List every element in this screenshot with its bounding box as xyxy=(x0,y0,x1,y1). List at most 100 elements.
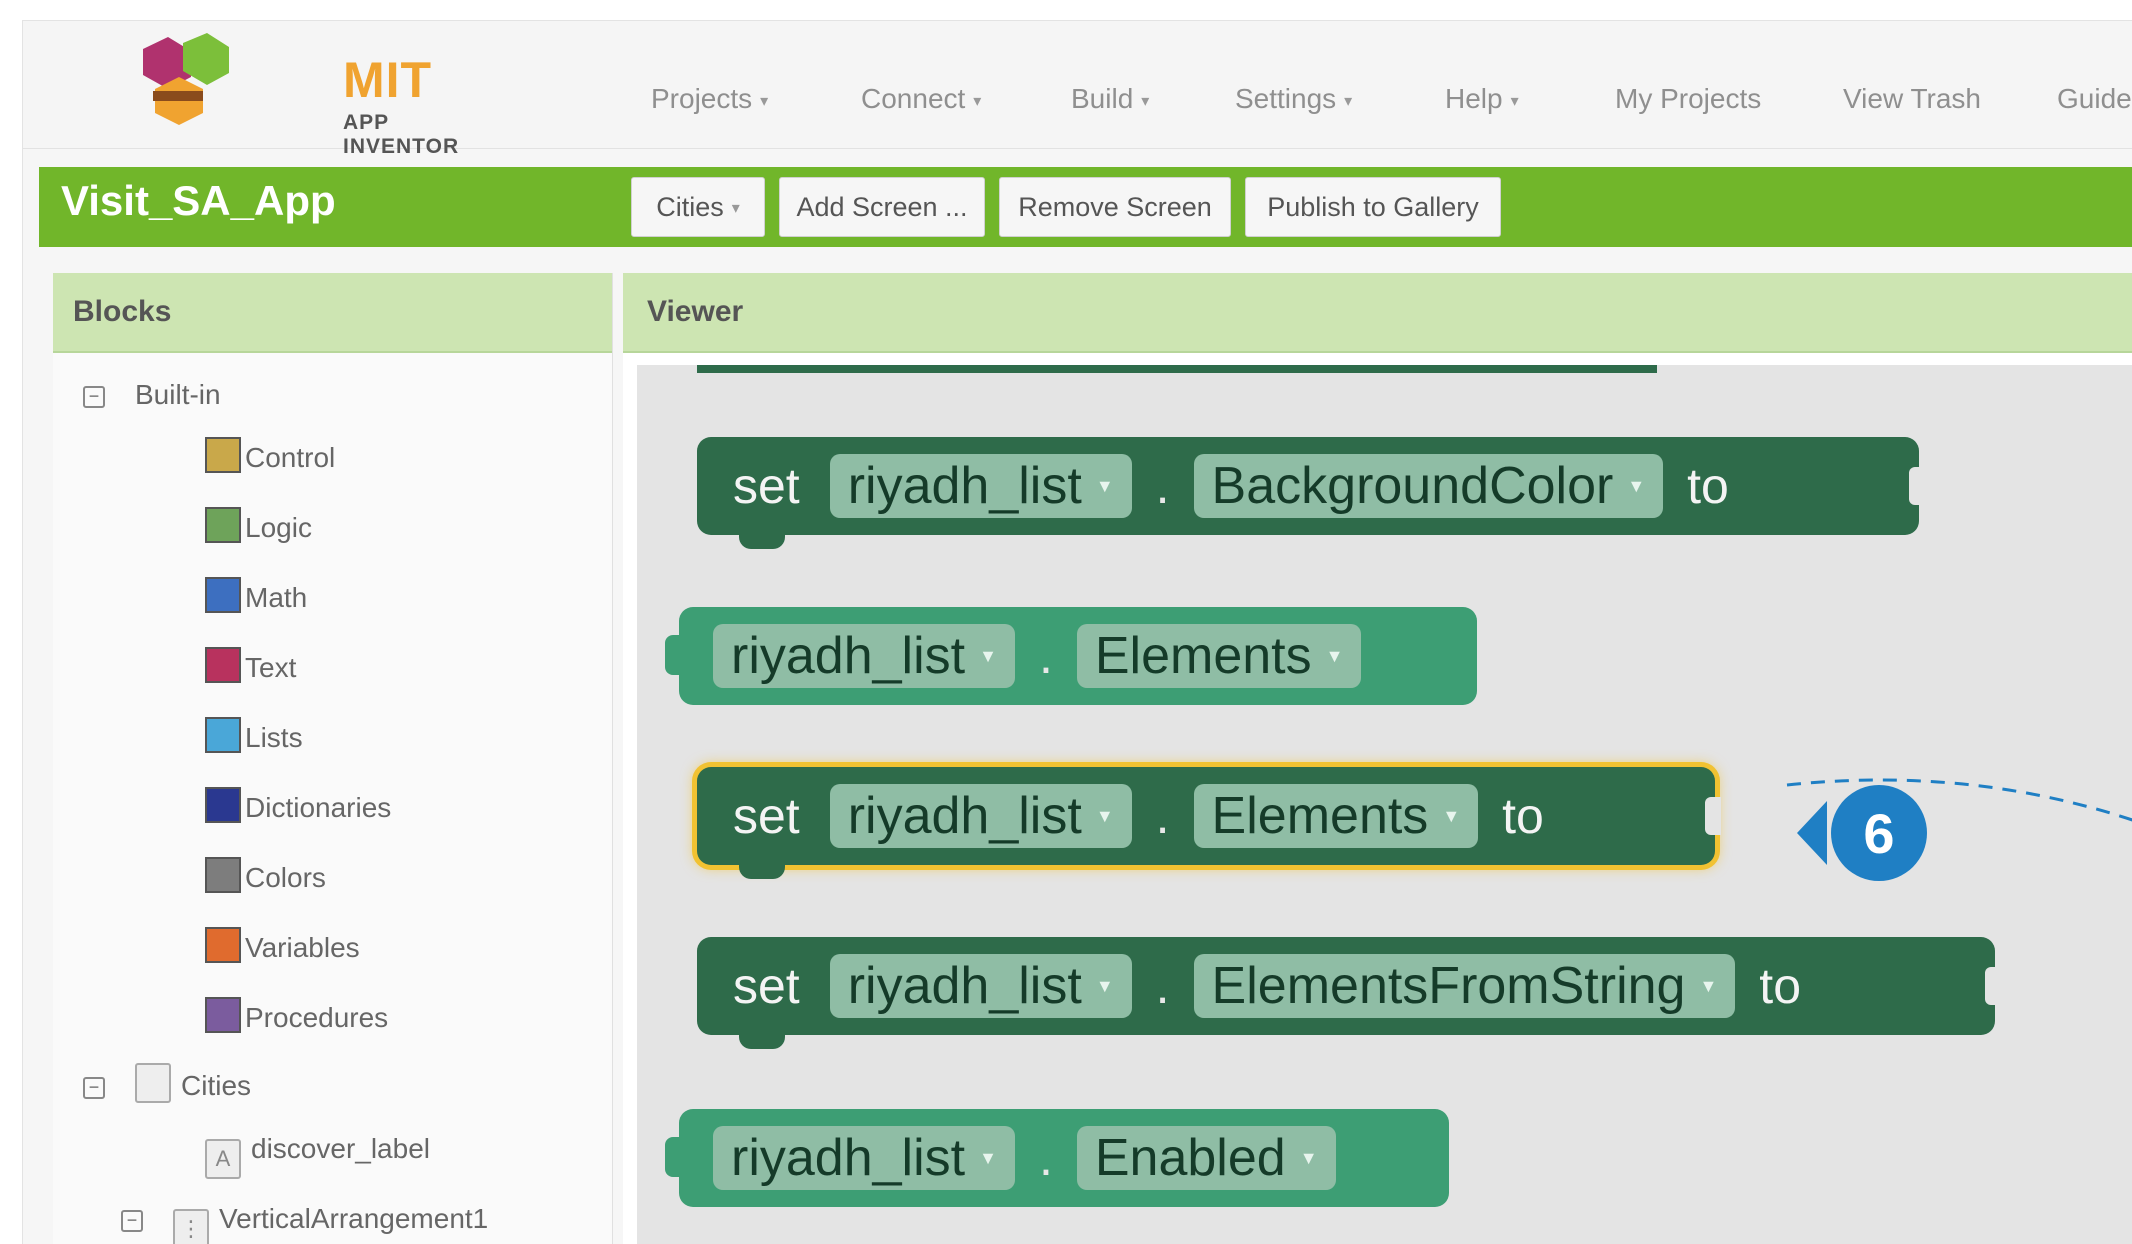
math-color-swatch-icon xyxy=(205,577,241,613)
drawer-label: Variables xyxy=(245,932,360,963)
property-dropdown[interactable]: Elements ▼ xyxy=(1193,784,1479,848)
dropdown-arrow-icon: ▼ xyxy=(979,1147,997,1168)
property-dropdown[interactable]: Enabled ▼ xyxy=(1076,1126,1336,1190)
top-navigation-bar: MIT APP INVENTOR Projects ▾ Connect ▾ Buil… xyxy=(23,21,2132,158)
main-menu: Projects ▾ Connect ▾ Build ▾ Settings ▾ Help… xyxy=(23,21,2132,149)
drawer-logic[interactable]: Logic xyxy=(205,507,312,544)
property-dropdown[interactable]: BackgroundColor ▼ xyxy=(1193,454,1664,518)
drawer-colors[interactable]: Colors xyxy=(205,857,326,894)
get-enabled-block[interactable]: riyadh_list ▼ . Enabled ▼ xyxy=(665,1109,1449,1207)
viewer-panel-title: Viewer xyxy=(647,295,744,328)
logic-color-swatch-icon xyxy=(205,507,241,543)
menu-projects[interactable]: Projects ▾ xyxy=(651,83,768,115)
component-dropdown[interactable]: riyadh_list ▼ xyxy=(713,1126,1015,1190)
set-elements-from-string-block[interactable]: set riyadh_list ▼ . ElementsFromString ▼ t… xyxy=(697,937,2001,1049)
drawer-text[interactable]: Text xyxy=(205,647,296,684)
set-keyword: set xyxy=(733,788,800,844)
component-dropdown[interactable]: riyadh_list ▼ xyxy=(829,954,1132,1018)
tree-builtin[interactable]: − Built-in xyxy=(83,379,221,411)
project-name: Visit_SA_App xyxy=(61,177,336,224)
chevron-down-icon: ▾ xyxy=(1344,92,1353,110)
drawer-label: Dictionaries xyxy=(245,792,392,823)
component-label: VerticalArrangement1 xyxy=(219,1203,489,1234)
menu-settings[interactable]: Settings ▾ xyxy=(1235,83,1352,115)
menu-build[interactable]: Build ▾ xyxy=(1071,83,1149,115)
dot-separator: . xyxy=(1155,458,1170,514)
dropdown-arrow-icon: ▼ xyxy=(1095,475,1114,496)
tree-screen-cities[interactable]: − Cities xyxy=(83,1063,251,1103)
input-socket xyxy=(1985,967,2001,1005)
dot-separator: . xyxy=(1155,958,1170,1014)
drawer-variables[interactable]: Variables xyxy=(205,927,360,964)
viewer-panel: Viewer set riyadh_list ▼ . BackgroundColo… xyxy=(623,273,2132,1244)
to-keyword: to xyxy=(1687,458,1729,514)
menu-projects-label: Projects xyxy=(651,83,753,114)
output-plug xyxy=(665,1137,683,1177)
component-dropdown-label: riyadh_list xyxy=(847,957,1082,1015)
text-color-swatch-icon xyxy=(205,647,241,683)
get-elements-block[interactable]: riyadh_list ▼ . Elements ▼ xyxy=(665,607,1477,705)
dot-separator: . xyxy=(1038,628,1053,684)
partial-block-edge xyxy=(697,365,1657,373)
dropdown-arrow-icon: ▼ xyxy=(1299,1147,1318,1168)
add-screen-button[interactable]: Add Screen ... xyxy=(779,177,985,237)
block-connector xyxy=(739,531,785,549)
property-dropdown[interactable]: ElementsFromString ▼ xyxy=(1193,954,1736,1018)
drawer-procedures[interactable]: Procedures xyxy=(205,997,388,1034)
app-window: MIT APP INVENTOR Projects ▾ Connect ▾ Buil… xyxy=(22,20,2132,1244)
label-component-icon: A xyxy=(205,1139,241,1179)
menu-help[interactable]: Help ▾ xyxy=(1445,83,1519,115)
blocks-panel-title: Blocks xyxy=(73,295,172,328)
dropdown-arrow-icon: ▼ xyxy=(1095,805,1114,826)
drawer-lists[interactable]: Lists xyxy=(205,717,303,754)
collapse-icon[interactable]: − xyxy=(83,385,105,408)
component-dropdown[interactable]: riyadh_list ▼ xyxy=(713,624,1015,688)
drawer-label: Math xyxy=(245,582,308,613)
drawer-label: Logic xyxy=(245,512,312,543)
component-dropdown-label: riyadh_list xyxy=(847,457,1082,515)
property-dropdown[interactable]: Elements ▼ xyxy=(1076,624,1362,688)
menu-connect[interactable]: Connect ▾ xyxy=(861,83,981,115)
set-keyword: set xyxy=(733,958,800,1014)
chevron-down-icon: ▾ xyxy=(1510,92,1519,110)
tree-screen-label: Cities xyxy=(181,1070,252,1101)
property-dropdown-label: BackgroundColor xyxy=(1211,457,1614,515)
menu-guide[interactable]: Guide xyxy=(2057,83,2132,115)
remove-screen-button[interactable]: Remove Screen xyxy=(999,177,1231,237)
dot-separator: . xyxy=(1038,1130,1053,1186)
collapse-icon[interactable]: − xyxy=(83,1076,105,1099)
menu-view-trash[interactable]: View Trash xyxy=(1843,83,1981,115)
drawer-math[interactable]: Math xyxy=(205,577,307,614)
tree-component-vertical-arrangement[interactable]: − ⋮ VerticalArrangement1 xyxy=(121,1203,488,1244)
menu-help-label: Help xyxy=(1445,83,1503,114)
property-dropdown-label: Enabled xyxy=(1094,1129,1286,1187)
menu-settings-label: Settings xyxy=(1235,83,1337,114)
block-connector xyxy=(739,861,785,879)
dot-separator: . xyxy=(1155,788,1170,844)
dropdown-arrow-icon: ▼ xyxy=(979,645,997,666)
component-dropdown[interactable]: riyadh_list ▼ xyxy=(829,784,1132,848)
property-dropdown-label: ElementsFromString xyxy=(1211,957,1686,1015)
collapse-icon[interactable]: − xyxy=(121,1209,143,1232)
drawer-label: Lists xyxy=(245,722,303,753)
control-color-swatch-icon xyxy=(205,437,241,473)
blocks-workspace[interactable]: set riyadh_list ▼ . BackgroundColor ▼ to r… xyxy=(637,365,2132,1244)
set-background-color-block[interactable]: set riyadh_list ▼ . BackgroundColor ▼ to xyxy=(697,437,1925,549)
to-keyword: to xyxy=(1759,958,1801,1014)
drawer-control[interactable]: Control xyxy=(205,437,335,474)
screen-select-button[interactable]: Cities ▾ xyxy=(631,177,765,237)
to-keyword: to xyxy=(1502,788,1544,844)
set-keyword: set xyxy=(733,458,800,514)
drawer-label: Text xyxy=(245,652,297,683)
callout-dashed-line xyxy=(1786,778,2132,822)
drawer-label: Colors xyxy=(245,862,326,893)
set-elements-block[interactable]: set riyadh_list ▼ . Elements ▼ to xyxy=(697,767,1721,879)
drawer-dictionaries[interactable]: Dictionaries xyxy=(205,787,391,824)
dropdown-arrow-icon: ▼ xyxy=(1627,475,1646,496)
menu-my-projects[interactable]: My Projects xyxy=(1615,83,1761,115)
publish-to-gallery-button[interactable]: Publish to Gallery xyxy=(1245,177,1501,237)
chevron-down-icon: ▾ xyxy=(973,92,982,110)
component-dropdown[interactable]: riyadh_list ▼ xyxy=(829,454,1132,518)
tree-component-discover-label[interactable]: Adiscover_label xyxy=(205,1133,430,1179)
lists-color-swatch-icon xyxy=(205,717,241,753)
